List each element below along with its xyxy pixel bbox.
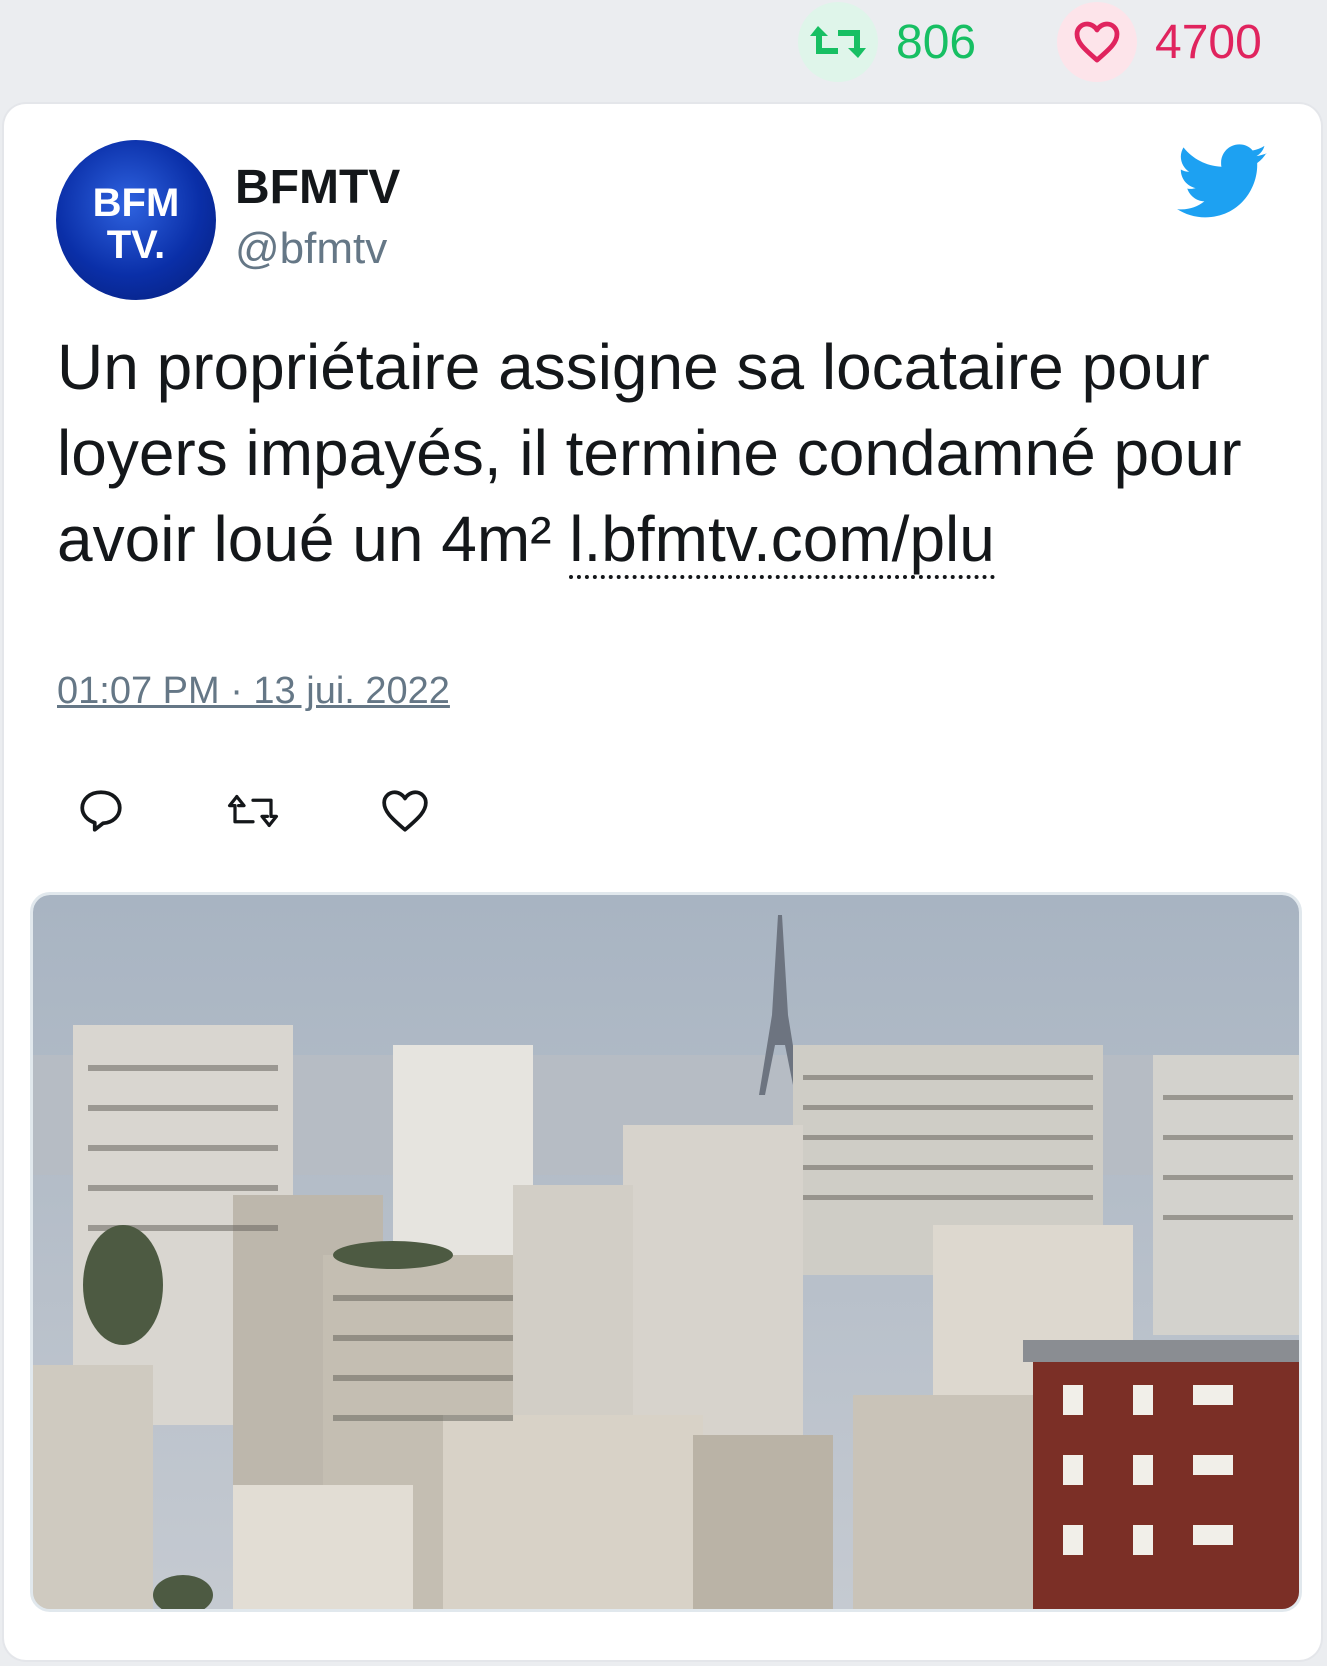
avatar-text-line2: TV.: [107, 223, 166, 267]
retweet-icon[interactable]: [226, 784, 280, 838]
like-count-value: 4700: [1155, 15, 1262, 69]
avatar-text-line1: BFM: [93, 181, 180, 225]
tweet-link[interactable]: l.bfmtv.com/plu: [569, 503, 995, 579]
twitter-bird-icon[interactable]: [1177, 144, 1269, 225]
retweet-count[interactable]: 806: [798, 2, 976, 82]
like-icon[interactable]: [378, 784, 432, 838]
author-handle[interactable]: @bfmtv: [235, 224, 387, 274]
action-bar: [74, 784, 530, 838]
paris-skyline-photo[interactable]: [30, 892, 1302, 1612]
tweet-text: Un propriétaire assigne sa locataire pou…: [57, 324, 1277, 582]
tweet-card: BFM TV. BFMTV @bfmtv Un propriétaire ass…: [4, 104, 1321, 1660]
engagement-stats: 806 4700: [0, 0, 1327, 90]
heart-icon: [1057, 2, 1137, 82]
author-name[interactable]: BFMTV: [235, 160, 400, 215]
avatar[interactable]: BFM TV.: [56, 140, 216, 300]
reply-icon[interactable]: [74, 784, 128, 838]
tweet-timestamp[interactable]: 01:07 PM · 13 jui. 2022: [57, 670, 450, 713]
retweet-icon: [798, 2, 878, 82]
retweet-count-value: 806: [896, 15, 977, 69]
like-count[interactable]: 4700: [1057, 2, 1262, 82]
